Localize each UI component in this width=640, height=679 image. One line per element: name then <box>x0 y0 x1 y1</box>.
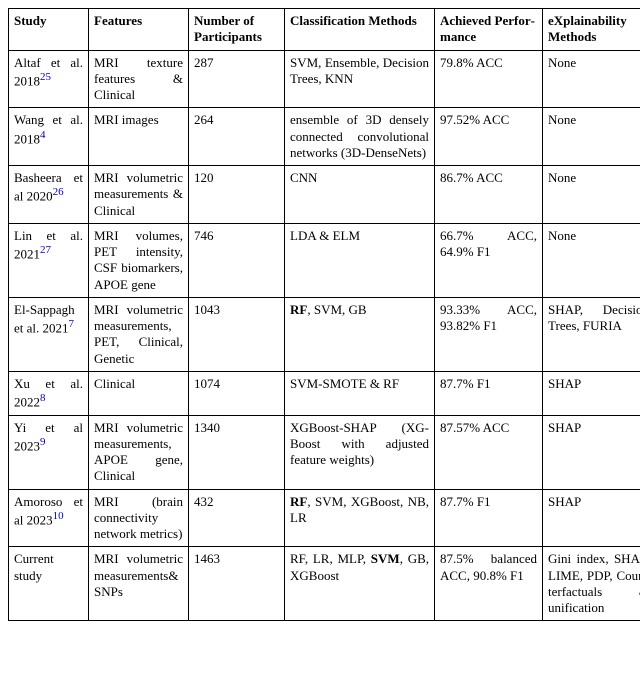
cell-study: Amoroso et al 202310 <box>9 489 89 547</box>
table-row: Lin et al. 202127MRI volumes, PET intens… <box>9 223 640 297</box>
cell-class: LDA & ELM <box>285 223 435 297</box>
cell-study: Xu et al. 20228 <box>9 371 89 415</box>
cell-num: 264 <box>189 108 285 166</box>
cell-features: MRI (brain connectivity network met­rics… <box>89 489 189 547</box>
best-classifier: SVM <box>371 551 400 566</box>
cell-class: SVM, Ensemble, Deci­sion Trees, KNN <box>285 50 435 108</box>
cell-perf: 79.8% ACC <box>435 50 543 108</box>
table-header-row: Study Features Number of Participants Cl… <box>9 9 640 51</box>
citation-link[interactable]: 26 <box>53 186 64 198</box>
cell-features: MRI volu­metric mea­surements, PET, Clin… <box>89 297 189 371</box>
cell-class: SVM-SMOTE & RF <box>285 371 435 415</box>
citation-link[interactable]: 27 <box>40 244 51 256</box>
cell-study: Altaf et al. 201825 <box>9 50 89 108</box>
cell-features: Clinical <box>89 371 189 415</box>
cell-xai: None <box>543 166 640 224</box>
cell-num: 1043 <box>189 297 285 371</box>
cell-xai: Gini index, SHAP, LIME, PDP, Coun­terfac… <box>543 547 640 621</box>
table-row: Yi et al 20239MRI vol­umetric measure­me… <box>9 415 640 489</box>
table-row: El-Sappagh et al. 20217MRI volu­metric m… <box>9 297 640 371</box>
cell-class: ensemble of 3D densely connected con­vol… <box>285 108 435 166</box>
citation-link[interactable]: 7 <box>69 318 75 330</box>
col-study: Study <box>9 9 89 51</box>
cell-features: MRI volumes, PET intensity, CSF biomark­… <box>89 223 189 297</box>
cell-perf: 66.7% ACC, 64.9% F1 <box>435 223 543 297</box>
cell-study: Current study <box>9 547 89 621</box>
table-row: Wang et al. 20184MRI images264ensemble o… <box>9 108 640 166</box>
cell-features: MRI vol­umetric measure­ments& SNPs <box>89 547 189 621</box>
cell-features: MRI vol­umetric measure­ments, APOE gene… <box>89 415 189 489</box>
cell-study: Yi et al 20239 <box>9 415 89 489</box>
cell-class: RF, LR, MLP, SVM, GB, XGBoost <box>285 547 435 621</box>
col-class: Classification Meth­ods <box>285 9 435 51</box>
citation-link[interactable]: 9 <box>40 436 46 448</box>
cell-class: XGBoost-SHAP (XG­Boost with adjusted fea… <box>285 415 435 489</box>
col-num: Number of Participants <box>189 9 285 51</box>
cell-num: 1340 <box>189 415 285 489</box>
cell-num: 1074 <box>189 371 285 415</box>
col-features: Features <box>89 9 189 51</box>
cell-features: MRI images <box>89 108 189 166</box>
citation-link[interactable]: 10 <box>53 510 64 522</box>
table-row: Current studyMRI vol­umetric measure­men… <box>9 547 640 621</box>
cell-num: 287 <box>189 50 285 108</box>
cell-class: RF, SVM, GB <box>285 297 435 371</box>
cell-features: MRI texture features & Clinical <box>89 50 189 108</box>
cell-num: 746 <box>189 223 285 297</box>
best-classifier: RF <box>290 494 307 509</box>
cell-xai: None <box>543 108 640 166</box>
cell-perf: 87.57% ACC <box>435 415 543 489</box>
cell-xai: SHAP, De­cision Trees, FURIA <box>543 297 640 371</box>
cell-perf: 87.5% balanced ACC, 90.8% F1 <box>435 547 543 621</box>
cell-perf: 87.7% F1 <box>435 371 543 415</box>
cell-study: El-Sappagh et al. 20217 <box>9 297 89 371</box>
cell-features: MRI volu­metric mea­surements & Clinical <box>89 166 189 224</box>
citation-link[interactable]: 4 <box>40 129 46 141</box>
cell-xai: None <box>543 223 640 297</box>
best-classifier: RF <box>290 302 307 317</box>
col-xai: eXplainability Methods <box>543 9 640 51</box>
table-row: Altaf et al. 201825MRI texture features … <box>9 50 640 108</box>
cell-perf: 86.7% ACC <box>435 166 543 224</box>
cell-class: CNN <box>285 166 435 224</box>
table-row: Basheera et al 202026MRI volu­metric mea… <box>9 166 640 224</box>
cell-num: 120 <box>189 166 285 224</box>
cell-xai: None <box>543 50 640 108</box>
cell-study: Basheera et al 202026 <box>9 166 89 224</box>
cell-study: Wang et al. 20184 <box>9 108 89 166</box>
col-perf: Achieved Perfor­mance <box>435 9 543 51</box>
citation-link[interactable]: 8 <box>40 392 46 404</box>
comparison-table: Study Features Number of Participants Cl… <box>8 8 640 621</box>
cell-perf: 87.7% F1 <box>435 489 543 547</box>
cell-perf: 93.33% ACC, 93.82% F1 <box>435 297 543 371</box>
cell-num: 1463 <box>189 547 285 621</box>
cell-num: 432 <box>189 489 285 547</box>
citation-link[interactable]: 25 <box>40 71 51 83</box>
table-row: Amoroso et al 202310MRI (brain connectiv… <box>9 489 640 547</box>
cell-study: Lin et al. 202127 <box>9 223 89 297</box>
table-row: Xu et al. 20228Clinical1074SVM-SMOTE & R… <box>9 371 640 415</box>
cell-xai: SHAP <box>543 489 640 547</box>
cell-perf: 97.52% ACC <box>435 108 543 166</box>
cell-xai: SHAP <box>543 415 640 489</box>
cell-xai: SHAP <box>543 371 640 415</box>
cell-class: RF, SVM, XGBoost, NB, LR <box>285 489 435 547</box>
